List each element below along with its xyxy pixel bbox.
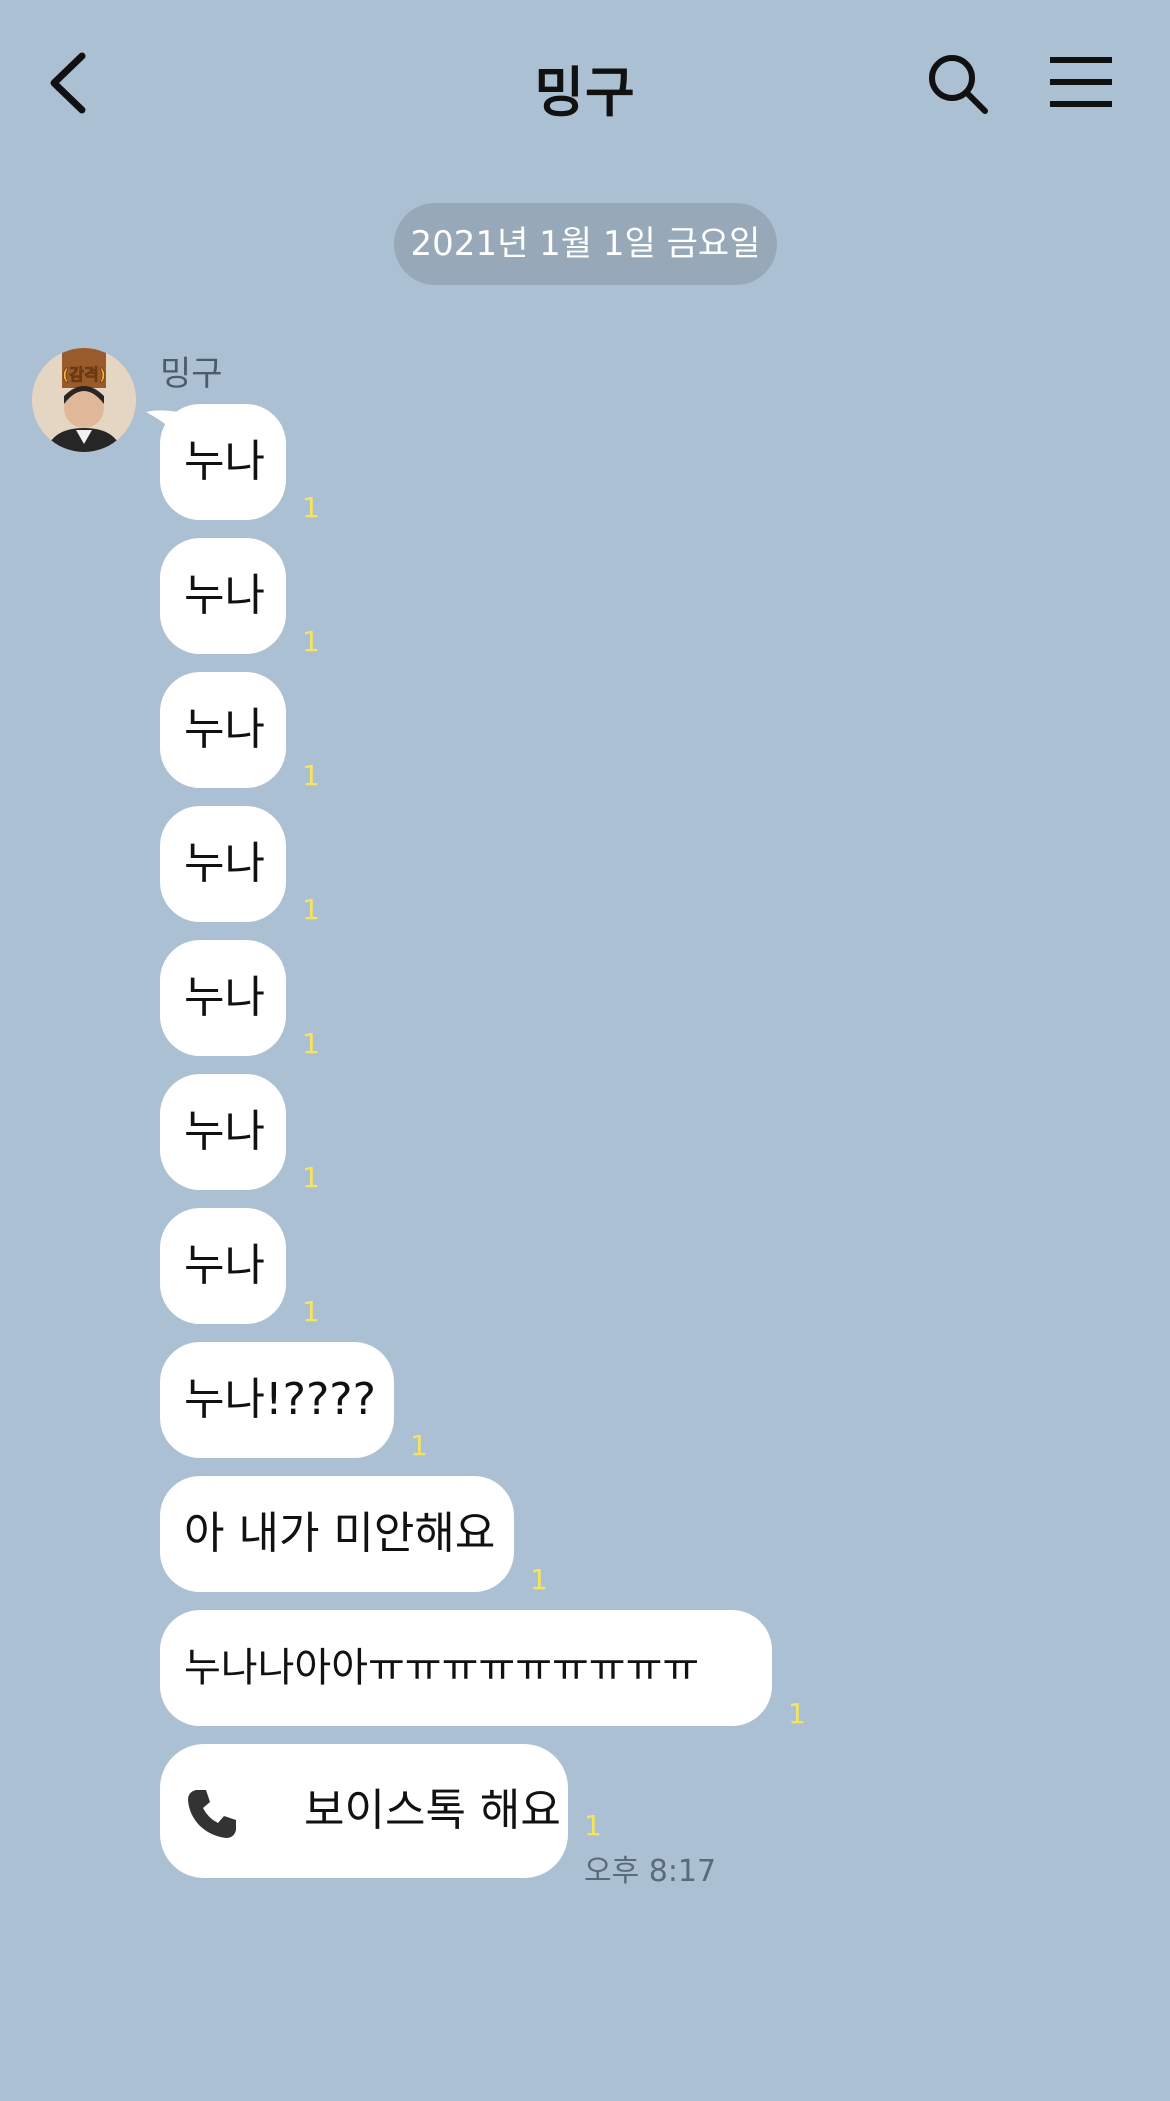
message-bubble[interactable]: 아 내가 미안해요 bbox=[160, 1476, 514, 1592]
voice-call-bubble[interactable]: 보이스톡 해요 bbox=[160, 1744, 568, 1878]
chat-header: 밍구 bbox=[0, 0, 1170, 170]
hamburger-menu-icon[interactable] bbox=[1048, 56, 1114, 108]
message-bubble[interactable]: 누나 bbox=[160, 538, 286, 654]
unread-count: 1 bbox=[302, 893, 320, 926]
search-icon[interactable] bbox=[926, 52, 990, 116]
unread-count: 1 bbox=[584, 1809, 602, 1842]
phone-icon bbox=[188, 1790, 236, 1838]
avatar-photo: (감격) bbox=[32, 348, 136, 452]
message-time: 오후 8:17 bbox=[584, 1854, 717, 1889]
unread-count: 1 bbox=[410, 1429, 428, 1462]
voice-call-text: 보이스톡 해요 bbox=[304, 1785, 561, 1836]
avatar-sticker-text: (감격) bbox=[62, 365, 106, 384]
unread-count: 1 bbox=[302, 759, 320, 792]
message-bubble[interactable]: 누나나아아ㅠㅠㅠㅠㅠㅠㅠㅠㅠ bbox=[160, 1610, 772, 1726]
message-bubble[interactable]: 누나 bbox=[160, 940, 286, 1056]
unread-count: 1 bbox=[302, 1295, 320, 1328]
message-bubble[interactable]: 누나 bbox=[160, 806, 286, 922]
avatar[interactable]: (감격) bbox=[32, 348, 136, 452]
date-divider: 2021년 1월 1일 금요일 bbox=[394, 203, 777, 285]
unread-count: 1 bbox=[302, 1027, 320, 1060]
unread-count: 1 bbox=[788, 1697, 806, 1730]
sender-name: 밍구 bbox=[160, 354, 223, 394]
unread-count: 1 bbox=[530, 1563, 548, 1596]
unread-count: 1 bbox=[302, 1161, 320, 1194]
message-bubble[interactable]: 누나!???? bbox=[160, 1342, 394, 1458]
message-bubble[interactable]: 누나 bbox=[160, 672, 286, 788]
message-bubble[interactable]: 누나 bbox=[160, 404, 286, 520]
message-bubble[interactable]: 누나 bbox=[160, 1208, 286, 1324]
unread-count: 1 bbox=[302, 491, 320, 524]
unread-count: 1 bbox=[302, 625, 320, 658]
chat-title: 밍구 bbox=[534, 61, 636, 124]
message-bubble[interactable]: 누나 bbox=[160, 1074, 286, 1190]
